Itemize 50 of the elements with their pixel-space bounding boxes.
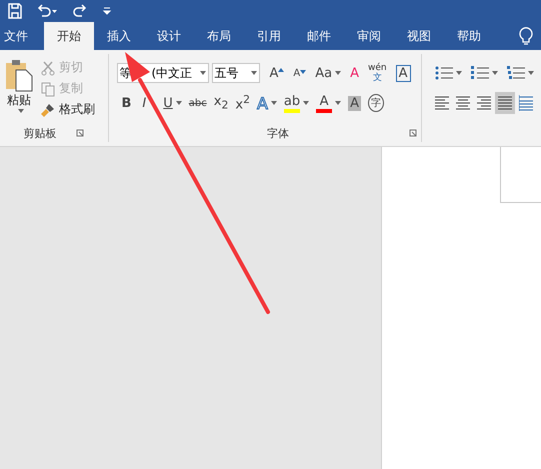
- font-button[interactable]: B: [118, 96, 134, 110]
- copy-icon: [40, 80, 56, 96]
- distributed-icon[interactable]: [519, 94, 533, 112]
- font-button[interactable]: ab: [280, 94, 312, 112]
- ribbon-tab[interactable]: 审阅: [344, 22, 394, 50]
- save-icon[interactable]: [8, 3, 22, 19]
- caret-icon: [250, 71, 256, 75]
- ribbon-tab[interactable]: 插入: [94, 22, 144, 50]
- font-size-field[interactable]: 五号: [212, 63, 260, 83]
- ribbon-tab[interactable]: 视图: [394, 22, 444, 50]
- list-button[interactable]: [468, 65, 501, 81]
- ribbon-tab[interactable]: 文件: [0, 22, 44, 50]
- caret-icon: [528, 71, 534, 75]
- ribbon-tab[interactable]: 开始: [44, 22, 94, 50]
- dialog-launcher-icon[interactable]: [76, 129, 84, 137]
- font-button[interactable]: A: [347, 66, 362, 80]
- font-button[interactable]: A: [266, 66, 288, 80]
- dialog-launcher-icon[interactable]: [409, 129, 417, 137]
- up-triangle-icon: [278, 68, 284, 72]
- font-button[interactable]: x$^{2}$: [232, 93, 253, 113]
- font-button[interactable]: I: [139, 96, 150, 110]
- ribbon-tab[interactable]: 设计: [144, 22, 194, 50]
- font-button[interactable]: wén 文: [365, 63, 390, 83]
- list-button[interactable]: [504, 65, 537, 81]
- down-triangle-icon: [300, 70, 306, 74]
- group-label: 剪贴板: [23, 126, 56, 140]
- brush-icon: [40, 102, 56, 118]
- caret-icon: [200, 71, 206, 75]
- clipboard-button[interactable]: 格式刷: [40, 100, 95, 119]
- caret-icon: [492, 71, 498, 75]
- font-button[interactable]: A: [290, 68, 310, 78]
- font-button[interactable]: abc: [186, 98, 210, 108]
- caret-icon: [18, 109, 24, 113]
- ribbon-tab[interactable]: 布局: [194, 22, 244, 50]
- font-button[interactable]: x$_{2}$: [210, 94, 232, 112]
- group-label: 字体: [267, 126, 289, 140]
- ribbon-tab[interactable]: 邮件: [294, 22, 344, 50]
- scissors-icon: [40, 60, 56, 76]
- caret-icon: [456, 71, 462, 75]
- font-button[interactable]: U: [160, 96, 185, 110]
- redo-icon[interactable]: [72, 4, 88, 18]
- paste-button[interactable]: 粘贴: [4, 58, 34, 124]
- align-button[interactable]: [495, 92, 515, 114]
- font-button[interactable]: Aa: [312, 66, 344, 80]
- ribbon-tab[interactable]: 引用: [244, 22, 294, 50]
- ribbon-tab[interactable]: 帮助: [444, 22, 494, 50]
- undo-icon[interactable]: [36, 4, 58, 18]
- font-button[interactable]: A: [313, 94, 344, 112]
- customize-icon[interactable]: [102, 6, 112, 16]
- lightbulb-icon[interactable]: [519, 26, 533, 46]
